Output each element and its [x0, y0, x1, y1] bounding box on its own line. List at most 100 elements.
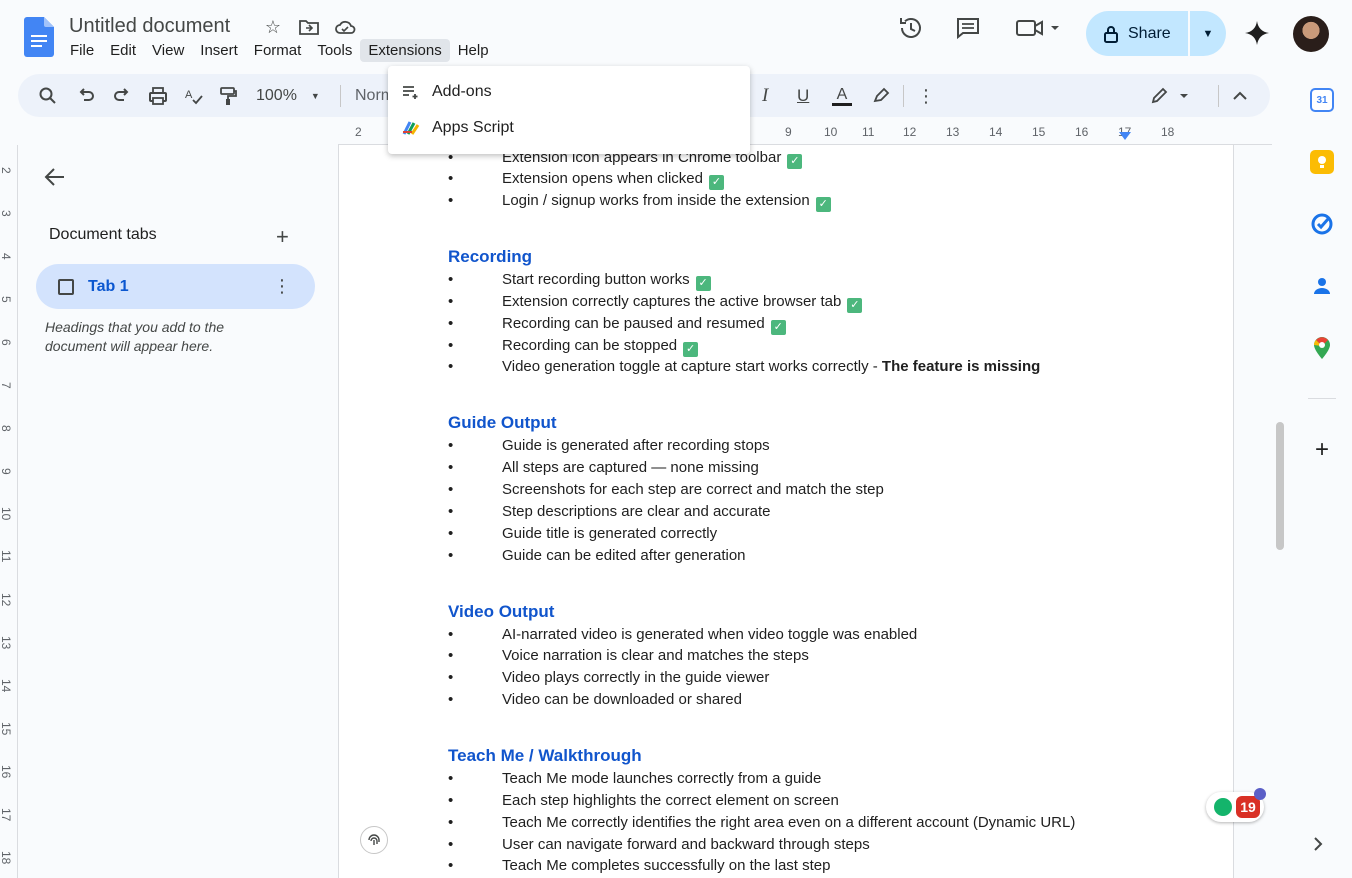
tab-options-icon[interactable]: ⋮	[273, 276, 291, 297]
header: Untitled document ☆ File Edit View Inser…	[0, 0, 1329, 70]
list-item[interactable]: Teach Me correctly identifies the right …	[448, 814, 1075, 831]
menu-help[interactable]: Help	[450, 39, 497, 62]
list-item[interactable]: Voice narration is clear and matches the…	[448, 647, 809, 664]
grammar-assistant-widget[interactable]: 19	[1206, 788, 1266, 822]
keep-icon[interactable]	[1310, 150, 1334, 174]
menu-view[interactable]: View	[144, 39, 192, 62]
extensions-dropdown: Add-ons Apps Script	[388, 66, 750, 154]
collapse-menus-icon[interactable]	[1230, 83, 1250, 109]
list-item[interactable]: Screenshots for each step are correct an…	[448, 481, 884, 498]
share-label: Share	[1128, 24, 1171, 42]
tab-label: Tab 1	[88, 277, 129, 295]
list-item[interactable]: All steps are captured — none missing	[448, 459, 759, 476]
list-item[interactable]: User can navigate forward and backward t…	[448, 836, 870, 853]
ruler-number: 9	[785, 125, 792, 139]
list-item[interactable]: Guide title is generated correctly	[448, 525, 717, 542]
menu-insert[interactable]: Insert	[192, 39, 246, 62]
maps-icon[interactable]	[1310, 336, 1334, 360]
list-item-text: User can navigate forward and backward t…	[502, 836, 870, 853]
add-tab-icon[interactable]: +	[276, 224, 289, 250]
list-item[interactable]: Video plays correctly in the guide viewe…	[448, 669, 769, 686]
paint-format-icon[interactable]	[218, 83, 238, 109]
redo-icon[interactable]	[112, 83, 132, 109]
apps-script-icon	[402, 121, 420, 135]
search-menus-icon[interactable]	[38, 83, 58, 109]
move-folder-icon[interactable]	[296, 16, 322, 38]
gemini-sparkle-icon[interactable]	[1244, 20, 1270, 46]
menu-edit[interactable]: Edit	[102, 39, 144, 62]
ruler-number: 8	[0, 425, 13, 432]
cloud-saved-icon[interactable]	[332, 16, 358, 38]
menu-item-apps-script[interactable]: Apps Script	[388, 110, 750, 146]
vertical-ruler[interactable]: 2 3 4 5 6 7 8 9 10 11 12 13 14 15 16 17 …	[0, 145, 18, 878]
list-item[interactable]: Teach Me mode launches correctly from a …	[448, 770, 821, 787]
list-item[interactable]: Guide is generated after recording stops	[448, 437, 770, 454]
menu-item-addons[interactable]: Add-ons	[388, 74, 750, 110]
back-arrow-icon[interactable]	[44, 166, 66, 194]
fingerprint-glyph-icon	[368, 834, 380, 845]
ruler-number: 15	[1032, 125, 1046, 139]
print-icon[interactable]	[148, 83, 168, 109]
get-addons-plus-icon[interactable]: +	[1310, 436, 1334, 463]
share-button[interactable]: Share ▼	[1086, 11, 1226, 56]
section-heading[interactable]: Teach Me / Walkthrough	[448, 746, 642, 766]
italic-button[interactable]: I	[762, 83, 768, 109]
list-item-text: Step descriptions are clear and accurate	[502, 503, 771, 520]
spellcheck-icon[interactable]: A	[184, 83, 204, 109]
google-docs-logo-icon[interactable]	[24, 17, 54, 57]
list-item[interactable]: Step descriptions are clear and accurate	[448, 503, 771, 520]
list-item[interactable]: Teach Me completes successfully on the l…	[448, 857, 830, 874]
list-item[interactable]: Video can be downloaded or shared	[448, 691, 742, 708]
list-item-bold-text: The feature is missing	[881, 358, 1041, 375]
section-heading[interactable]: Video Output	[448, 602, 554, 622]
text-color-button[interactable]: A	[831, 83, 853, 109]
list-item[interactable]: Each step highlights the correct element…	[448, 792, 839, 809]
list-item[interactable]: Extension correctly captures the active …	[448, 293, 863, 313]
share-main[interactable]: Share	[1086, 11, 1188, 56]
text-color-icon: A	[836, 85, 848, 103]
list-item[interactable]: Video generation toggle at capture start…	[448, 358, 1041, 375]
title-actions: ☆	[260, 16, 358, 38]
right-indent-marker-icon[interactable]	[1119, 132, 1131, 142]
contacts-icon[interactable]	[1310, 274, 1334, 298]
editing-mode-icon[interactable]	[1150, 83, 1190, 109]
highlight-pen-icon[interactable]	[871, 83, 891, 109]
underline-button[interactable]: U	[797, 83, 809, 109]
comments-icon[interactable]	[954, 14, 982, 42]
section-heading[interactable]: Recording	[448, 247, 532, 267]
fingerprint-icon[interactable]	[360, 826, 388, 854]
share-dropdown-icon[interactable]: ▼	[1190, 28, 1226, 40]
menu-format[interactable]: Format	[246, 39, 310, 62]
zoom-select[interactable]: 100% ▼	[256, 83, 320, 109]
tab-1[interactable]: Tab 1 ⋮	[36, 264, 315, 309]
list-item-text: Login / signup works from inside the ext…	[502, 192, 810, 209]
list-item[interactable]: AI-narrated video is generated when vide…	[448, 626, 917, 643]
section-heading[interactable]: Guide Output	[448, 413, 557, 433]
meet-video-icon[interactable]	[1015, 14, 1063, 42]
version-history-icon[interactable]	[897, 14, 925, 42]
list-item[interactable]: Recording can be stopped ✓	[448, 337, 699, 357]
vertical-scrollbar[interactable]	[1276, 422, 1284, 550]
document-title[interactable]: Untitled document	[69, 15, 230, 38]
list-item[interactable]: Extension opens when clicked ✓	[448, 170, 724, 190]
account-avatar[interactable]	[1293, 16, 1329, 52]
star-icon[interactable]: ☆	[260, 16, 286, 38]
document-page[interactable]: Extension icon appears in Chrome toolbar…	[338, 145, 1234, 878]
list-item[interactable]: Login / signup works from inside the ext…	[448, 192, 831, 212]
list-item[interactable]: Start recording button works ✓	[448, 271, 711, 291]
document-icon	[58, 278, 74, 295]
keep-bulb-icon	[1318, 156, 1326, 168]
list-item[interactable]: Guide can be edited after generation	[448, 547, 745, 564]
ruler-number: 4	[0, 253, 13, 260]
list-item-text: Extension opens when clicked	[502, 170, 703, 187]
menu-file[interactable]: File	[62, 39, 102, 62]
apps-script-label: Apps Script	[432, 119, 514, 136]
menu-tools[interactable]: Tools	[309, 39, 360, 62]
tasks-icon[interactable]	[1310, 212, 1334, 236]
chevron-right-icon[interactable]	[1312, 836, 1324, 857]
more-options-icon[interactable]: ⋮	[916, 83, 936, 109]
list-item[interactable]: Recording can be paused and resumed ✓	[448, 315, 786, 335]
undo-icon[interactable]	[76, 83, 96, 109]
menu-extensions[interactable]: Extensions	[360, 39, 450, 62]
calendar-icon[interactable]: 31	[1310, 88, 1334, 112]
